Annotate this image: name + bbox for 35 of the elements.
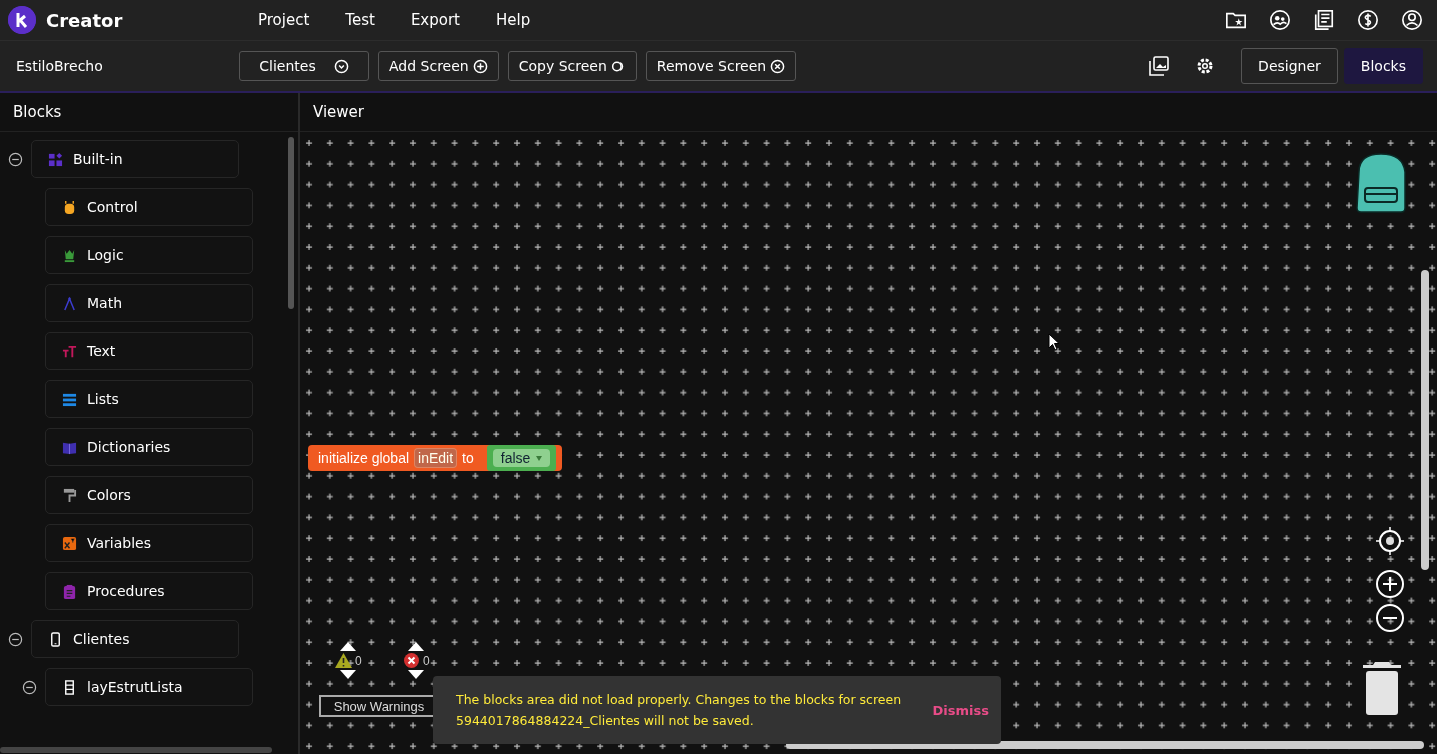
tree-item[interactable]: Procedures bbox=[45, 572, 253, 610]
app-name: Creator bbox=[46, 9, 123, 31]
block-label: initialize global bbox=[318, 450, 410, 466]
view-tab[interactable]: Designer bbox=[1241, 48, 1338, 84]
menu-item[interactable]: Project bbox=[240, 5, 328, 35]
variable-name-field[interactable]: inEdit bbox=[414, 448, 458, 468]
screen-dropdown[interactable]: Clientes bbox=[239, 51, 369, 81]
toolbar-button[interactable]: Remove Screen bbox=[645, 51, 797, 81]
tree-item[interactable]: Lists bbox=[45, 380, 253, 418]
menu-item[interactable]: Export bbox=[392, 5, 478, 35]
warning-count: 0 bbox=[355, 653, 362, 668]
menu-item[interactable]: Test bbox=[327, 5, 393, 35]
value-dropdown[interactable]: false bbox=[492, 449, 551, 467]
tree-item[interactable]: Colors bbox=[45, 476, 253, 514]
tree-item[interactable]: Built-in bbox=[31, 140, 239, 178]
dismiss-button[interactable]: Dismiss bbox=[928, 698, 993, 722]
tree-item[interactable]: Control bbox=[45, 188, 253, 226]
block-label: to bbox=[462, 450, 474, 466]
panel-title: Blocks bbox=[0, 93, 298, 132]
error-count: 0 bbox=[423, 653, 430, 668]
tree-item[interactable]: Text bbox=[45, 332, 253, 370]
code-block[interactable]: initialize global inEdit to false bbox=[308, 445, 563, 471]
tree-item[interactable]: Logic bbox=[45, 236, 253, 274]
project-name: EstiloBrecho bbox=[15, 58, 104, 74]
toolbar-button[interactable]: Add Screen bbox=[378, 51, 499, 81]
tree-item[interactable]: Dictionaries bbox=[45, 428, 253, 466]
tree-item[interactable]: Math bbox=[45, 284, 253, 322]
tree-item[interactable]: Clientes bbox=[31, 620, 239, 658]
tree-item[interactable]: layEstrutLista bbox=[45, 668, 253, 706]
menu-item[interactable]: Help bbox=[478, 5, 549, 35]
toast-message: The blocks area did not load properly. Changes to the blocks for screen 5944017864884224_Clientes will not be saved. bbox=[456, 691, 903, 730]
boolean-block[interactable]: false bbox=[486, 445, 557, 471]
view-tab[interactable]: Blocks bbox=[1343, 48, 1423, 84]
tree-item[interactable]: Variables bbox=[45, 524, 253, 562]
toolbar-button[interactable]: Copy Screen bbox=[507, 51, 637, 81]
